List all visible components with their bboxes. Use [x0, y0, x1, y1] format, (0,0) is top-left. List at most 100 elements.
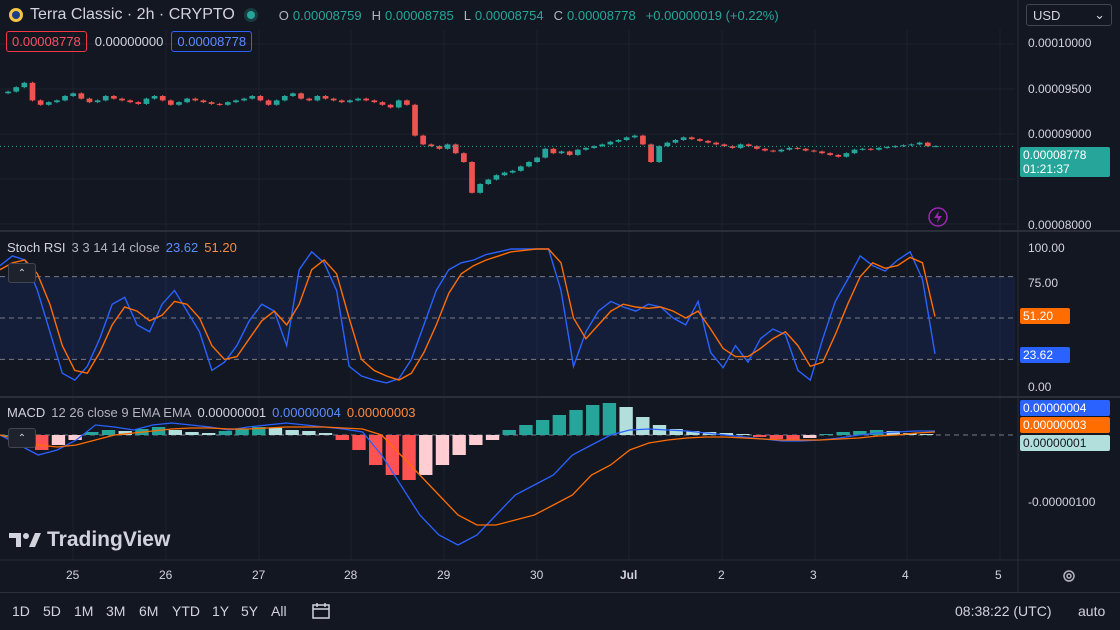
gear-icon[interactable] — [1060, 567, 1078, 585]
chevron-down-icon: ⌄ — [1094, 7, 1105, 22]
candlestick-series — [0, 81, 1015, 194]
utc-clock[interactable]: 08:38:22 (UTC) — [955, 603, 1051, 619]
macd-signal-value: 0.00000003 — [346, 405, 416, 420]
candle-body — [705, 140, 711, 143]
macd-title[interactable]: MACD — [7, 405, 45, 420]
candle-body — [200, 100, 207, 103]
macd-histogram-bar — [85, 432, 99, 435]
last-price-tag: 0.00008778 01:21:37 — [1020, 147, 1110, 177]
stoch-d-value: 51.20 — [204, 240, 237, 255]
stoch-rsi-title[interactable]: Stoch RSI — [7, 240, 66, 255]
time-label: 28 — [344, 568, 358, 582]
timeframe-6m-button[interactable]: 6M — [139, 603, 158, 619]
macd-histogram-bar — [519, 425, 533, 435]
candle-body — [78, 93, 85, 99]
candle-body — [810, 150, 817, 152]
price-tick: 0.00008000 — [1028, 218, 1092, 232]
macd-line-value: 0.00000004 — [272, 405, 341, 420]
timeframe-1d-button[interactable]: 1D — [12, 603, 30, 619]
candle-body — [501, 172, 508, 176]
sell-price-button[interactable]: 0.00008778 — [6, 31, 87, 52]
candle-body — [900, 145, 907, 147]
macd-histogram-bar — [586, 405, 600, 435]
currency-select[interactable]: USD ⌄ — [1026, 4, 1112, 26]
timeframe-3m-button[interactable]: 3M — [106, 603, 125, 619]
candle-body — [119, 98, 125, 101]
candle-body — [452, 144, 459, 154]
candle-body — [924, 142, 931, 147]
macd-histogram-bar — [268, 428, 283, 435]
stoch-rsi-legend: Stoch RSI 3 3 14 14 close 23.62 51.20 — [7, 240, 237, 255]
candle-body — [688, 137, 695, 140]
collapse-stoch-button[interactable]: ⌃ — [8, 263, 36, 283]
timeframe-5y-button[interactable]: 5Y — [241, 603, 258, 619]
candle-body — [347, 100, 353, 103]
high-label: H — [371, 7, 381, 23]
stoch-tick: 100.00 — [1028, 241, 1065, 255]
timeframe-1y-button[interactable]: 1Y — [212, 603, 229, 619]
candle-body — [192, 98, 199, 101]
currency-value: USD — [1033, 7, 1061, 23]
auto-scale-button[interactable]: auto — [1078, 603, 1105, 619]
stoch-tick: 75.00 — [1028, 276, 1059, 290]
market-status-dot[interactable] — [246, 11, 255, 19]
collapse-macd-button[interactable]: ⌃ — [8, 428, 36, 448]
lightning-icon[interactable] — [928, 207, 948, 227]
candle-body — [37, 100, 44, 105]
candle-body — [224, 102, 231, 105]
bar-countdown: 01:21:37 — [1023, 162, 1070, 176]
macd-histogram-bar — [636, 417, 650, 435]
tradingview-logo[interactable]: TradingView — [9, 528, 170, 552]
candle-body — [5, 91, 11, 94]
macd-histogram-bar — [35, 435, 49, 450]
macd-histogram-bar — [836, 432, 850, 435]
macd-histogram-bar — [502, 430, 516, 435]
candle-body — [379, 102, 386, 105]
symbol-header: Terra Classic · 2h · CRYPTO O 0.00008759 … — [8, 5, 785, 25]
candle-body — [241, 98, 247, 101]
buy-price-button[interactable]: 0.00008778 — [171, 31, 253, 52]
ohlc-values: O 0.00008759 H 0.00008785 L 0.00008754 C 0.0… — [279, 8, 785, 23]
macd-histogram-bar — [101, 430, 116, 435]
candle-body — [330, 98, 337, 101]
candle-body — [469, 162, 475, 193]
candle-body — [273, 100, 280, 105]
bottom-toolbar: 1D 5D 1M 3M 6M YTD 1Y 5Y All 08:38:22 (U… — [0, 592, 1120, 630]
candle-body — [265, 100, 272, 105]
open-value: 0.00008759 — [292, 7, 362, 23]
candle-body — [574, 149, 581, 155]
macd-histogram-bar — [919, 434, 934, 435]
candle-body — [908, 144, 915, 146]
time-label: 26 — [159, 568, 173, 582]
candle-body — [876, 147, 882, 150]
macd-histogram-bar — [368, 435, 383, 465]
macd-histogram-bar — [535, 420, 550, 435]
macd-histogram-bar — [569, 410, 583, 435]
timeframe-all-button[interactable]: All — [271, 603, 287, 619]
candle-body — [786, 147, 793, 150]
date-range-icon[interactable] — [311, 601, 331, 621]
tradingview-logo-icon — [9, 533, 41, 547]
candle-body — [412, 104, 418, 136]
candle-body — [102, 96, 109, 101]
close-label: C — [553, 7, 563, 23]
symbol-title[interactable]: Terra Classic · 2h · CRYPTO — [30, 6, 235, 24]
time-label: 4 — [902, 568, 909, 582]
price-tick: 0.00009500 — [1028, 82, 1092, 96]
candle-body — [534, 157, 540, 162]
candle-body — [884, 147, 890, 149]
stoch-rsi-params: 3 3 14 14 close — [71, 240, 160, 255]
macd-histogram-bar — [819, 434, 834, 435]
chevron-up-icon: ⌃ — [17, 432, 27, 444]
candle-body — [257, 96, 264, 101]
quote-boxes: 0.00008778 0.00000000 0.00008778 — [6, 31, 253, 52]
candle-body — [762, 148, 768, 151]
candle-body — [461, 153, 467, 162]
candle-body — [892, 146, 899, 148]
macd-histogram-bar — [452, 435, 466, 455]
timeframe-5d-button[interactable]: 5D — [43, 603, 61, 619]
macd-histogram-bar — [285, 430, 299, 435]
timeframe-ytd-button[interactable]: YTD — [172, 603, 200, 619]
timeframe-1m-button[interactable]: 1M — [74, 603, 93, 619]
candle-body — [62, 96, 68, 101]
